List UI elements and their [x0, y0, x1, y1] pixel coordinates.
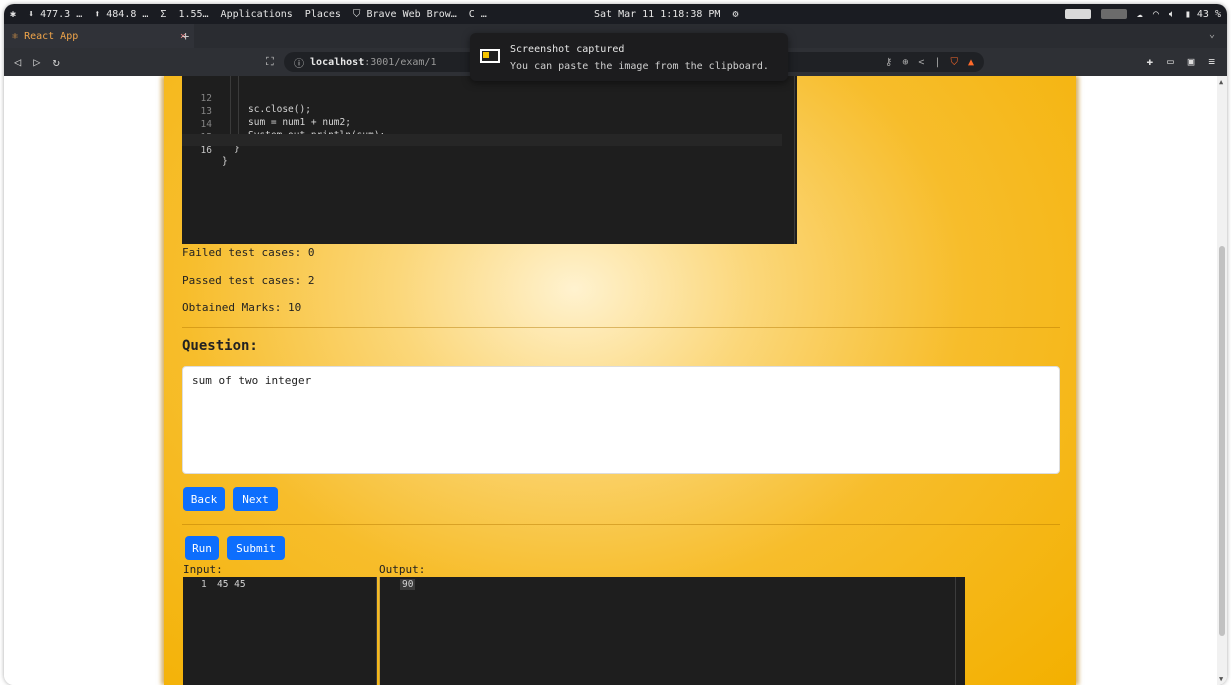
reload-icon[interactable]: ↻	[52, 55, 59, 69]
cpu-indicator: 1.55…	[178, 8, 209, 20]
system-top-bar: ✱ ⬇ 477.3 … ⬆ 484.8 … Σ 1.55… Applicatio…	[4, 4, 1227, 24]
notification-title: Screenshot captured	[510, 44, 625, 55]
nav-buttons: ◁ ▷ ↻	[14, 55, 60, 69]
reload-indicator: C …	[468, 8, 487, 20]
screen-frame: ✱ ⬇ 477.3 … ⬆ 484.8 … Σ 1.55… Applicatio…	[4, 4, 1227, 685]
code-editor[interactable]: 12 sc.close(); 13 sum = num1 + num2; 14 …	[182, 76, 797, 244]
scroll-up-icon[interactable]: ▲	[1219, 78, 1223, 86]
tab-search-chevron-icon[interactable]: ⌄	[1209, 29, 1215, 40]
key-icon[interactable]: ⚷	[885, 57, 892, 68]
editor-ruler	[794, 76, 795, 244]
scroll-down-icon[interactable]: ▼	[1219, 675, 1223, 683]
volume-icon[interactable]: 🔈︎	[1169, 9, 1175, 20]
notification-body: You can paste the image from the clipboa…	[510, 61, 769, 72]
output-editor[interactable]: 90	[379, 577, 965, 685]
failed-test-cases: Failed test cases: 0	[182, 246, 315, 259]
sum-indicator: Σ	[160, 8, 167, 20]
react-icon: ⚛	[12, 30, 19, 42]
url-host: localhost	[310, 56, 365, 68]
wallet-icon[interactable]: ▣	[1188, 55, 1195, 68]
exam-container: 12 sc.close(); 13 sum = num1 + num2; 14 …	[164, 76, 1076, 685]
cloud-icon[interactable]: ☁	[1137, 9, 1143, 20]
brave-icon: ⛉	[352, 8, 361, 20]
toolbar-right: ✚ ▭ ▣ ≡	[1147, 55, 1216, 68]
page-scrollbar[interactable]: ▲ ▼	[1217, 76, 1227, 685]
workspace-indicator-1[interactable]	[1064, 9, 1091, 19]
url-actions: ⚷ ⊕ < | ⛉ ▲	[885, 52, 974, 72]
back-button[interactable]: Back	[183, 487, 225, 511]
editor-ruler	[376, 577, 377, 685]
divider	[182, 327, 1060, 328]
input-line-number: 1	[201, 579, 207, 590]
code-line: 12 sc.close();	[182, 82, 782, 115]
back-nav-icon[interactable]: ◁	[14, 55, 21, 69]
next-button[interactable]: Next	[233, 487, 278, 511]
brave-shields-icon[interactable]: ⛉	[950, 57, 958, 68]
code-line: 15 }	[182, 121, 782, 154]
download-rate: ⬇ 477.3 …	[28, 8, 83, 20]
places-menu[interactable]: Places	[299, 9, 347, 20]
tab-title: React App	[24, 30, 79, 42]
url-path: :3001/exam/1	[364, 56, 437, 68]
new-tab-button[interactable]: +	[182, 29, 189, 43]
tray: ☁ ◠ 🔈︎ ▮ 43 %	[1064, 9, 1221, 20]
question-textarea[interactable]: sum of two integer	[182, 366, 1060, 474]
datetime-label: Sat Mar 11 1:18:38 PM	[594, 8, 721, 20]
submit-button[interactable]: Submit	[227, 536, 285, 560]
input-editor[interactable]: 1 45 45	[183, 577, 377, 685]
zoom-icon[interactable]: ⊕	[902, 57, 908, 68]
page-viewport: 12 sc.close(); 13 sum = num1 + num2; 14 …	[4, 76, 1227, 685]
code-line-active: 16 }	[182, 134, 782, 167]
active-app-label: Brave Web Brow…	[366, 8, 457, 20]
question-heading: Question:	[182, 338, 258, 354]
code-text: }	[222, 156, 228, 167]
question-text: sum of two integer	[192, 374, 312, 387]
screenshot-notification[interactable]: Screenshot captured You can paste the im…	[470, 33, 788, 81]
activities-icon[interactable]: ✱	[4, 9, 22, 20]
workspace-indicator-2[interactable]	[1100, 9, 1127, 19]
bookmark-icon[interactable]: ⛶	[266, 55, 274, 69]
menu-icon[interactable]: ≡	[1208, 55, 1215, 68]
divider	[182, 524, 1060, 525]
forward-nav-icon[interactable]: ▷	[33, 55, 40, 69]
output-value: 90	[400, 579, 416, 590]
active-app-button[interactable]: ⛉ Brave Web Brow…	[347, 9, 463, 20]
tab-react-app[interactable]: ⚛ React App ×	[4, 24, 194, 48]
applications-menu[interactable]: Applications	[215, 9, 299, 20]
separator: |	[934, 56, 941, 68]
wifi-icon[interactable]: ◠	[1153, 9, 1159, 20]
passed-test-cases: Passed test cases: 2	[182, 274, 315, 287]
screenshot-icon	[480, 49, 500, 63]
settings-icon: ⚙	[732, 8, 739, 20]
clock[interactable]: Sat Mar 11 1:18:38 PM ⚙	[594, 9, 739, 20]
code-line: 13 sum = num1 + num2;	[182, 95, 782, 128]
output-label: Output:	[379, 563, 426, 576]
site-info-icon[interactable]: ⓘ	[294, 55, 304, 70]
editor-ruler	[955, 577, 956, 685]
battery-icon: ▮	[1184, 8, 1191, 20]
brave-rewards-icon[interactable]: ▲	[968, 57, 974, 68]
upload-rate: ⬆ 484.8 …	[94, 8, 149, 20]
code-line: 14 System.out.println(sum);	[182, 108, 782, 141]
battery-label: 43 %	[1196, 8, 1221, 20]
share-icon[interactable]: <	[918, 57, 924, 68]
input-label: Input:	[183, 563, 223, 576]
sidebar-icon[interactable]: ▭	[1167, 55, 1174, 68]
battery-indicator[interactable]: ▮ 43 %	[1185, 9, 1221, 20]
input-value: 45 45	[217, 579, 246, 590]
obtained-marks: Obtained Marks: 10	[182, 301, 302, 314]
scrollbar-thumb[interactable]	[1219, 246, 1225, 636]
line-number: 16	[200, 145, 212, 156]
extensions-icon[interactable]: ✚	[1147, 55, 1154, 68]
run-button[interactable]: Run	[185, 536, 219, 560]
